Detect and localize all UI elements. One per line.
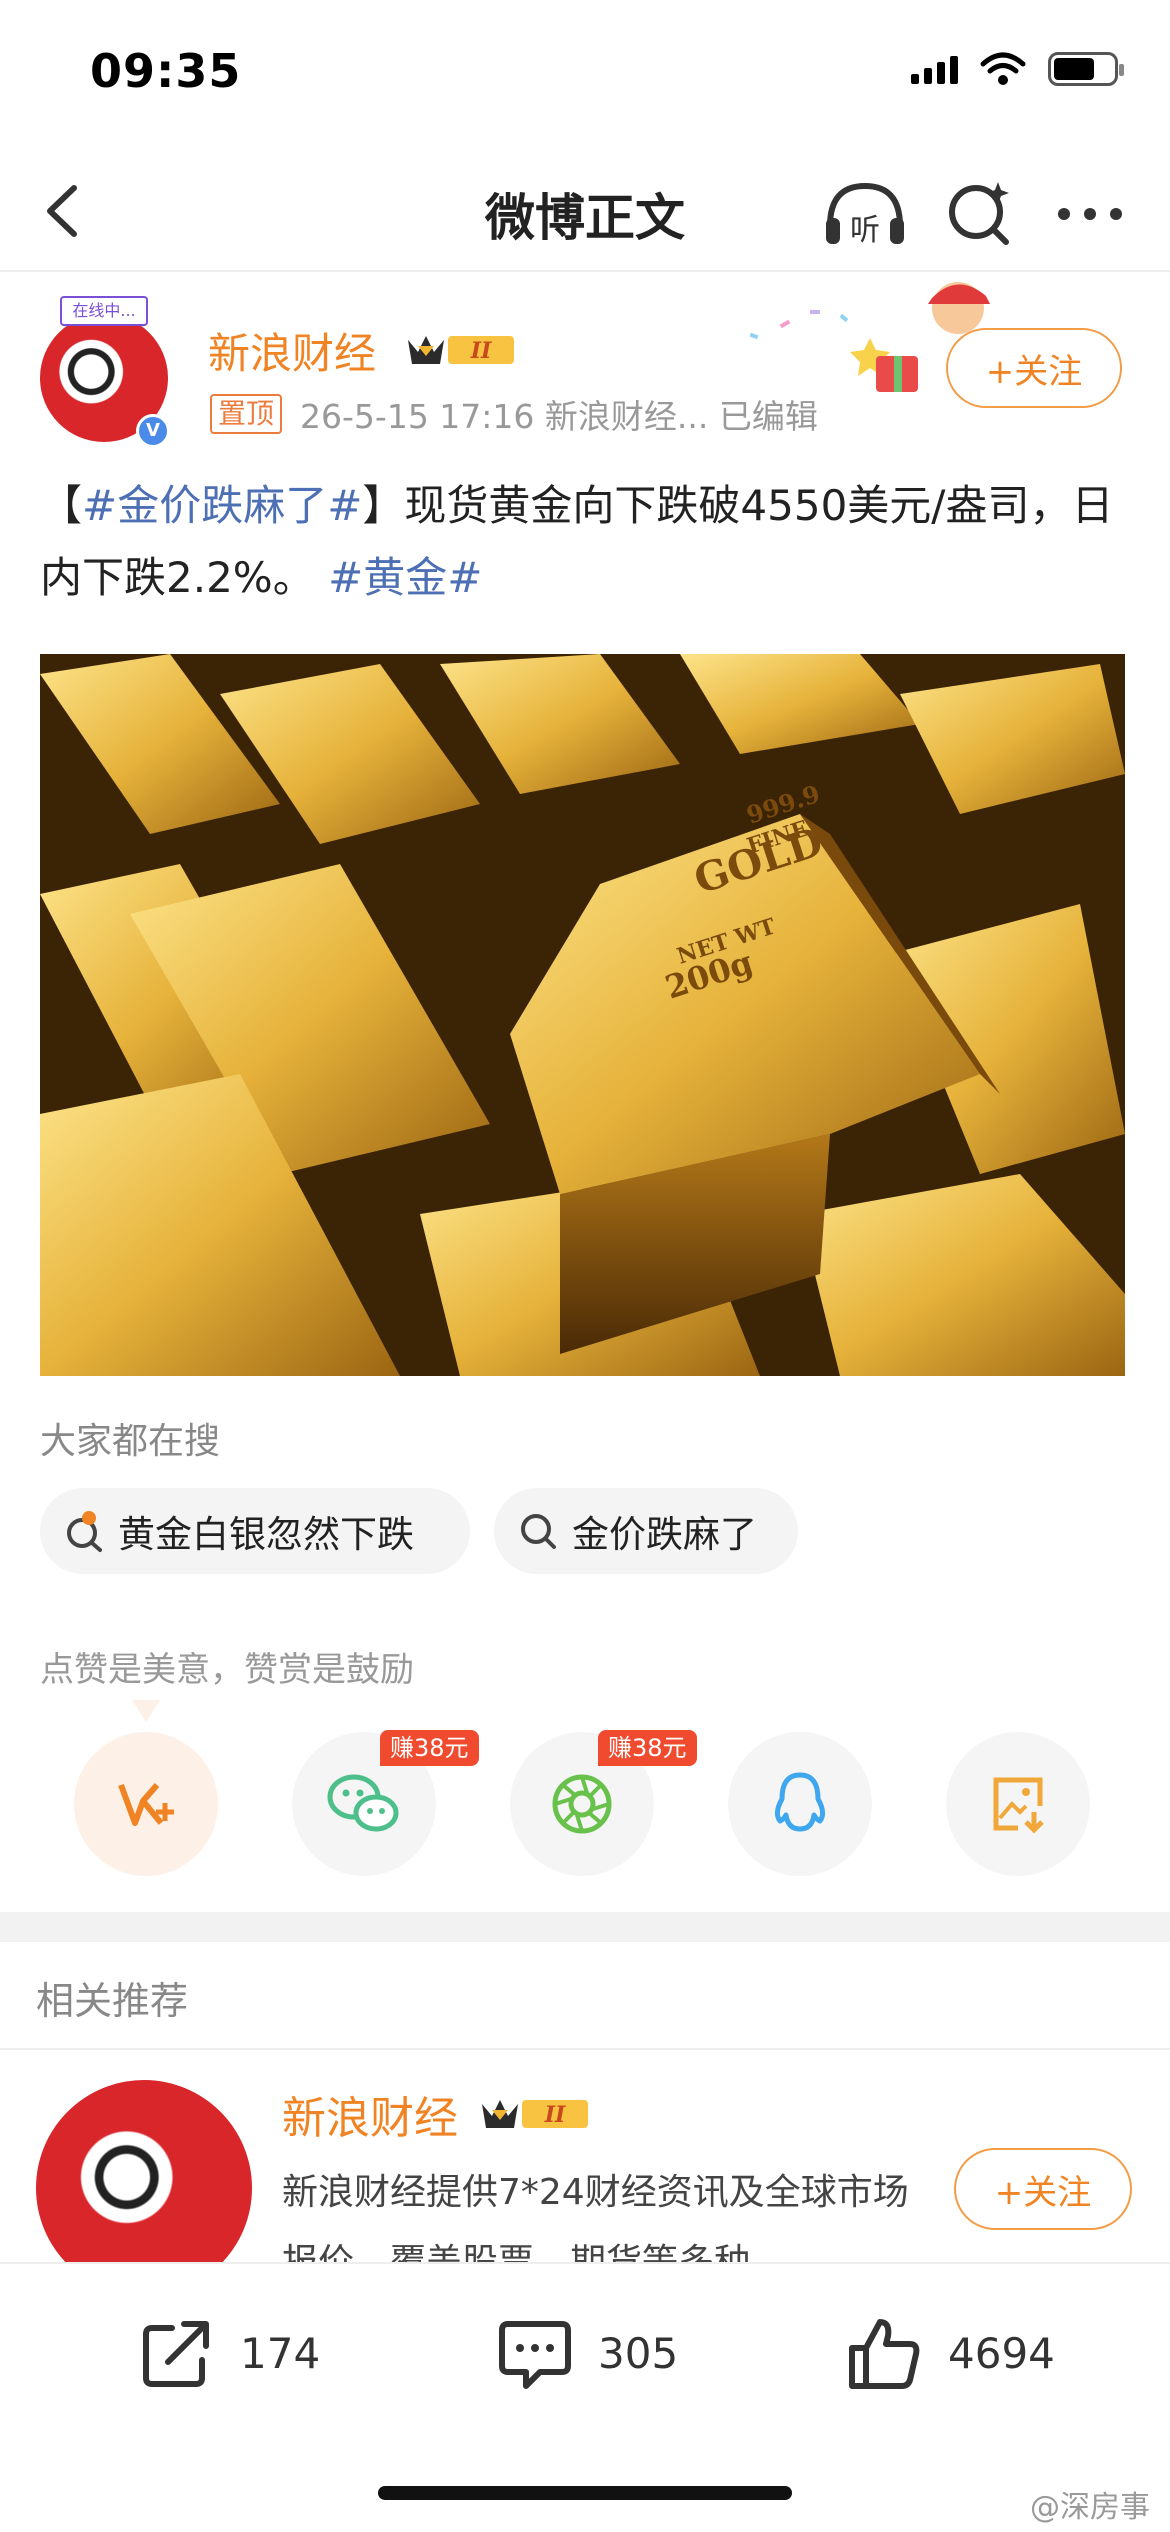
comment-button[interactable]: 305 — [496, 2314, 678, 2392]
tip-arrow-icon — [132, 1700, 160, 1722]
status-time: 09:35 — [90, 44, 242, 98]
battery-icon — [1048, 52, 1124, 86]
moments-reward-tag: 赚38元 — [598, 1730, 697, 1766]
hashtag-link[interactable]: #黄金# — [328, 553, 482, 602]
wechat-reward-tag: 赚38元 — [380, 1730, 479, 1766]
section-divider — [0, 1912, 1170, 1942]
post-text: 【#金价跌麻了#】现货黄金向下跌破4550美元/盎司，日内下跌2.2%。 #黄金… — [40, 470, 1130, 614]
gold-bars-image: 999.9 FINE GOLD NET WT 200g — [40, 654, 1125, 1376]
status-icons — [911, 52, 1124, 86]
like-button[interactable]: 4694 — [846, 2314, 1055, 2392]
more-icon[interactable] — [1050, 178, 1130, 248]
search-icon — [521, 1514, 556, 1549]
topic-link[interactable]: #金价跌麻了# — [82, 481, 362, 530]
wechat-icon — [327, 1774, 399, 1832]
like-count: 4694 — [948, 2328, 1055, 2378]
post-text-bracket: 【 — [40, 481, 83, 530]
author-name[interactable]: 新浪财经 — [208, 320, 376, 381]
recommend-name[interactable]: 新浪财经 — [282, 2082, 458, 2146]
recommend-description: 新浪财经提供7*24财经资讯及全球市场报价，覆盖股票、期货等多种 — [282, 2172, 909, 2270]
searches-label: 大家都在搜 — [40, 1421, 221, 1462]
save-image-button[interactable] — [946, 1732, 1090, 1876]
search-icon[interactable] — [940, 172, 1020, 252]
nav-bar: 微博正文 听 — [0, 150, 1170, 272]
listen-label: 听 — [850, 213, 880, 248]
status-bar: 09:35 — [0, 0, 1170, 150]
author-avatar-wrap[interactable]: 在线中... V — [40, 294, 170, 448]
recommend-divider — [0, 2048, 1170, 2050]
recommend-follow-button[interactable]: +关注 — [954, 2148, 1132, 2230]
reward-button[interactable] — [74, 1732, 218, 1876]
vip-crown-badge-icon: II — [408, 336, 514, 364]
comment-icon — [499, 2321, 571, 2389]
share-tip-label: 点赞是美意，赞赏是鼓励 — [40, 1650, 414, 1690]
share-qq-button[interactable] — [728, 1732, 872, 1876]
hot-search-icon — [67, 1511, 102, 1552]
search-chip-1[interactable]: 黄金白银忽然下跌 — [40, 1488, 470, 1574]
qq-icon — [774, 1772, 826, 1832]
follow-button[interactable]: +关注 — [946, 328, 1122, 408]
save-image-icon — [993, 1777, 1044, 1834]
repost-count: 174 — [240, 2328, 321, 2378]
recommend-title: 相关推荐 — [36, 1979, 189, 2023]
repost-icon — [143, 2321, 209, 2387]
post-header: 在线中... V 新浪财经 II 置顶 26-5-15 17:16 新浪财经..… — [0, 272, 1170, 462]
bottom-action-bar: 174 305 4694 @深房事 — [0, 2262, 1170, 2532]
live-tag: 在线中... — [60, 296, 148, 326]
moments-icon — [552, 1774, 612, 1834]
wifi-icon — [980, 52, 1026, 85]
repost-button[interactable]: 174 — [138, 2314, 320, 2392]
verified-badge-icon: V — [136, 414, 170, 448]
recommend-vip-badge-icon: II — [482, 2100, 588, 2128]
search-chip-2-label: 金价跌麻了 — [572, 1513, 757, 1556]
watermark: @深房事 — [1030, 2490, 1150, 2525]
search-chip-2[interactable]: 金价跌麻了 — [494, 1488, 798, 1574]
like-thumb-icon — [849, 2319, 920, 2389]
vip-level: II — [470, 338, 492, 364]
reward-icon — [118, 1783, 174, 1826]
home-indicator[interactable] — [378, 2486, 792, 2500]
comment-count: 305 — [598, 2328, 679, 2378]
pinned-tag: 置顶 — [210, 394, 283, 434]
search-chip-1-label: 黄金白银忽然下跌 — [118, 1513, 414, 1556]
post-image[interactable]: 999.9 FINE GOLD NET WT 200g — [40, 654, 1125, 1376]
post-meta: 置顶 26-5-15 17:16 新浪财经... 已编辑 — [210, 390, 818, 438]
listen-headphones-icon[interactable]: 听 — [820, 174, 910, 254]
recommend-vip-level: II — [544, 2102, 566, 2128]
cellular-signal-icon — [911, 54, 958, 84]
